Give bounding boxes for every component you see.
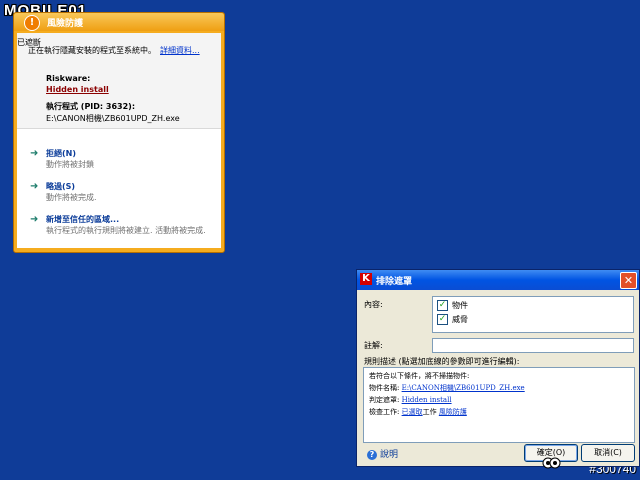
checkbox-object-row[interactable]: ✓ 物件: [437, 300, 468, 311]
content-label: 內容:: [364, 300, 383, 309]
threat-kind-link[interactable]: Hidden install: [46, 85, 109, 94]
rule-task-selected-link[interactable]: 已選取: [402, 408, 423, 416]
program-path: E:\CANON相機\ZB601UPD_ZH.exe: [46, 114, 180, 123]
cursor-glyph-icon: [542, 457, 561, 469]
close-button[interactable]: ✕: [620, 272, 637, 289]
help-link[interactable]: ? 說明: [367, 447, 398, 460]
action-add-trusted-title[interactable]: 新增至信任的區域...: [46, 214, 119, 225]
checkbox-object[interactable]: ✓: [437, 300, 448, 311]
rule-task-protection-link[interactable]: 風險防護: [439, 408, 467, 416]
content-checklist: ✓ 物件 ✓ 威脅: [432, 296, 634, 333]
rule-intro: 若符合以下條件，將不掃描物件:: [369, 372, 470, 380]
checkbox-threat-label: 威脅: [452, 315, 468, 324]
rule-threat-row: 判定遮罩: Hidden install: [369, 395, 452, 405]
exclusion-dialog: K 排除遮罩 ✕ 內容: ✓ 物件 ✓ 威脅 註解: 規則描述 (點選加底線的參數即…: [356, 269, 640, 467]
rule-object-link[interactable]: E:\CANON相機\ZB601UPD_ZH.exe: [402, 384, 525, 392]
checkbox-object-label: 物件: [452, 301, 468, 310]
note-label: 註解:: [364, 341, 383, 350]
alert-warning-icon: !: [24, 15, 40, 31]
action-add-trusted-desc: 執行程式的執行規則將被建立. 活動將被完成.: [46, 226, 206, 235]
arrow-right-icon: ➜: [30, 214, 39, 225]
risk-alert-popup: ! 風險防護 已遮斷 正在執行隱藏安裝的程式至系統中。 詳細資料... Riskw…: [13, 12, 225, 253]
action-skip-title[interactable]: 略過(S): [46, 181, 75, 192]
rule-task-label: 檢查工作:: [369, 408, 400, 416]
program-label: 執行程式 (PID: 3632):: [46, 102, 136, 111]
alert-message-text: 正在執行隱藏安裝的程式至系統中。: [28, 46, 156, 55]
checkbox-threat[interactable]: ✓: [437, 314, 448, 325]
action-skip-desc: 動作將被完成.: [46, 193, 97, 202]
alert-details-panel: 已遮斷 正在執行隱藏安裝的程式至系統中。 詳細資料... Riskware: Hi…: [17, 33, 221, 129]
note-field[interactable]: [432, 338, 634, 353]
help-icon: ?: [367, 450, 377, 460]
arrow-right-icon: ➜: [30, 181, 39, 192]
rule-description-box: 若符合以下條件，將不掃描物件: 物件名稱: E:\CANON相機\ZB601UP…: [363, 367, 635, 443]
alert-title: 風險防護: [47, 19, 84, 29]
alert-body: 已遮斷 正在執行隱藏安裝的程式至系統中。 詳細資料... Riskware: Hi…: [17, 33, 221, 248]
details-link[interactable]: 詳細資料...: [160, 46, 200, 55]
rule-threat-link[interactable]: Hidden install: [402, 396, 452, 404]
arrow-right-icon: ➜: [30, 148, 39, 159]
help-label: 說明: [380, 450, 399, 460]
dialog-title: 排除遮罩: [376, 277, 413, 287]
mouse-cursor-icon: [541, 455, 561, 471]
rule-object-row: 物件名稱: E:\CANON相機\ZB601UPD_ZH.exe: [369, 383, 525, 393]
dialog-titlebar[interactable]: K 排除遮罩 ✕: [357, 270, 639, 290]
action-deny-title[interactable]: 拒絕(N): [46, 148, 76, 159]
rule-threat-label: 判定遮罩:: [369, 396, 400, 404]
alert-message: 正在執行隱藏安裝的程式至系統中。 詳細資料...: [28, 45, 200, 56]
threat-kind-label: Riskware:: [46, 74, 91, 83]
rule-object-label: 物件名稱:: [369, 384, 400, 392]
alert-titlebar: ! 風險防護: [14, 13, 224, 31]
cancel-button[interactable]: 取消(C): [581, 444, 635, 462]
action-deny-desc: 動作將被封鎖: [46, 160, 94, 169]
checkbox-threat-row[interactable]: ✓ 威脅: [437, 314, 468, 325]
app-logo-icon: K: [360, 273, 372, 285]
rule-label: 規則描述 (點選加底線的參數即可進行編輯):: [364, 357, 520, 366]
rule-task-row: 檢查工作: 已選取工作 風險防護: [369, 407, 467, 417]
rule-task-mid: 工作: [422, 408, 437, 416]
